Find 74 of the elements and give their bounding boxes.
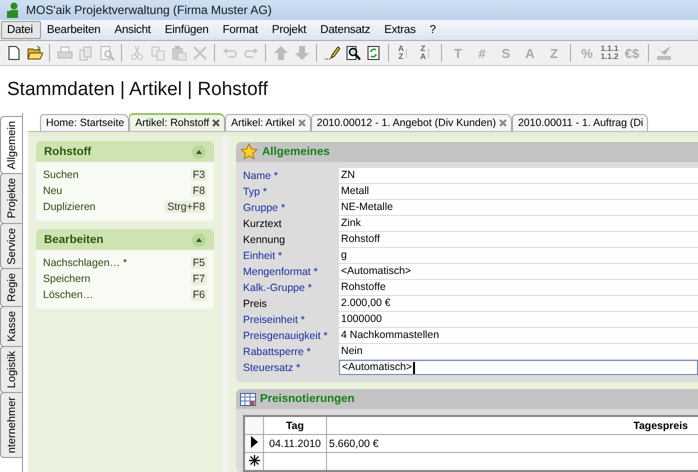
shortcut-label: F8 [190, 185, 207, 197]
close-icon[interactable] [298, 119, 306, 127]
table-cell: 04.11.2010 [264, 434, 326, 452]
current-row-icon [250, 436, 258, 448]
side-tab[interactable]: Service [0, 222, 22, 270]
field-label: Einheit * [243, 249, 284, 264]
field-label: Gruppe * [243, 201, 286, 216]
side-tab[interactable]: nternehmer [0, 392, 22, 458]
field-label: Mengenformat * [243, 265, 319, 280]
person-icon [6, 2, 20, 18]
menu-item[interactable]: ? [424, 21, 444, 39]
new-row-icon [248, 454, 260, 466]
task-link[interactable]: Löschen… [43, 289, 94, 301]
side-tab[interactable]: Logistik [0, 346, 22, 393]
section-title: Allgemeines [262, 146, 330, 158]
field-label: Rabattsperre * [243, 345, 312, 360]
group-title: Bearbeiten [44, 234, 104, 246]
shortcut-label: F5 [190, 257, 207, 269]
input-field[interactable]: Rohstoff [339, 232, 698, 247]
menu-item[interactable]: Extras [378, 21, 424, 39]
input-field[interactable]: ZN [339, 168, 698, 183]
group-title: Rohstoff [44, 146, 92, 158]
input-field[interactable]: 2.000,00 € [339, 296, 698, 311]
field-label: Preiseinheit * [243, 313, 306, 328]
input-field[interactable]: 1000000 [339, 312, 698, 327]
side-tab[interactable]: Allgemein [0, 116, 22, 174]
input-field[interactable]: g [339, 248, 698, 263]
collapse-icon[interactable] [192, 232, 206, 246]
input-field[interactable]: <Automatisch> [339, 360, 698, 375]
field-label: Kennung [243, 233, 286, 248]
column-header[interactable]: Tag [264, 416, 326, 434]
input-field[interactable]: 4 Nachkommastellen [339, 328, 698, 343]
side-tab[interactable]: Projekte [0, 173, 22, 224]
menu-item[interactable]: Einfügen [158, 21, 217, 39]
menu-item[interactable]: Datensatz [314, 21, 378, 39]
shortcut-label: Strg+F8 [165, 201, 207, 213]
page-heading: Stammdaten | Artikel | Rohstoff [7, 78, 268, 100]
field-label: Preisgenauigkeit * [243, 329, 329, 344]
menu-item[interactable]: Ansicht [108, 21, 159, 39]
calendar-icon [240, 392, 256, 406]
menu-item[interactable]: Format [216, 21, 266, 39]
star-icon [240, 143, 258, 161]
close-icon[interactable] [498, 119, 507, 127]
field-label: Typ * [243, 185, 268, 200]
field-label: Kalk.-Gruppe * [243, 281, 313, 296]
field-label: Preis [243, 297, 268, 312]
task-link[interactable]: Suchen [43, 169, 79, 181]
field-label: Name * [243, 169, 280, 184]
input-field[interactable]: <Automatisch> [339, 264, 698, 279]
close-icon[interactable] [212, 119, 220, 127]
input-field[interactable]: Metall [339, 184, 698, 199]
input-field[interactable]: Rohstoffe [339, 280, 698, 295]
shortcut-label: F6 [190, 289, 207, 301]
task-link[interactable]: Nachschlagen… * [43, 257, 128, 269]
task-link[interactable]: Duplizieren [43, 201, 96, 213]
collapse-icon[interactable] [192, 144, 206, 158]
task-link[interactable]: Speichern [43, 273, 90, 285]
side-tab[interactable]: Regie [0, 268, 22, 308]
menu-item[interactable]: Bearbeiten [40, 21, 108, 39]
shortcut-label: F3 [190, 169, 207, 181]
row-header[interactable] [244, 452, 264, 471]
input-field[interactable]: Zink [339, 216, 698, 231]
field-label: Kurztext [243, 217, 283, 232]
menu-item[interactable]: Datei [1, 21, 41, 39]
section-title: Preisnotierungen [260, 393, 355, 405]
menu-item[interactable]: Projekt [266, 21, 314, 39]
task-link[interactable]: Neu [43, 185, 62, 197]
window-title: MOS'aik Projektverwaltung (Firma Muster AG) [26, 3, 272, 17]
input-field[interactable]: NE-Metalle [339, 200, 698, 215]
input-field[interactable]: Nein [339, 344, 698, 359]
row-header[interactable] [244, 434, 264, 452]
side-tab[interactable]: Kasse [0, 306, 22, 347]
field-label: Steuersatz * [243, 361, 302, 376]
shortcut-label: F7 [190, 273, 207, 285]
